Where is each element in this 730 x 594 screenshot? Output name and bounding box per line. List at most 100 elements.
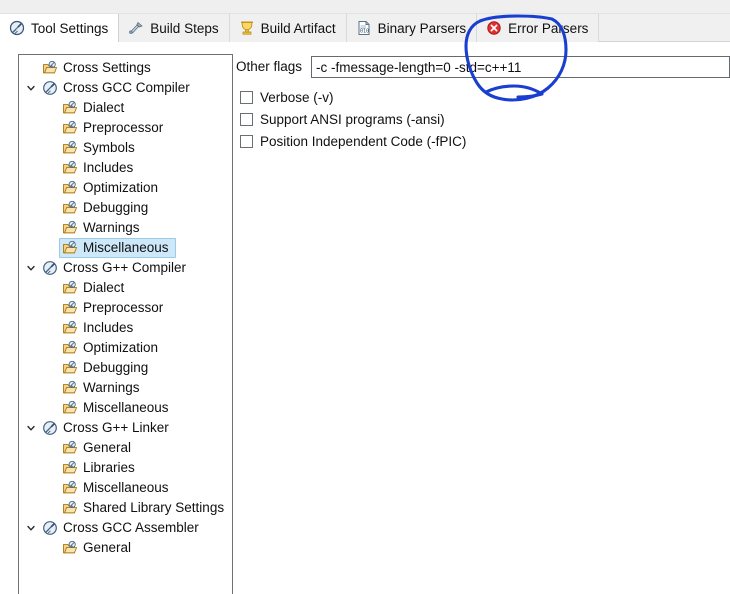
tree-item-content: Dialect bbox=[59, 98, 131, 118]
tree-item-cross-g-compiler[interactable]: Cross G++ Compiler bbox=[19, 258, 232, 278]
tree-item-label: Warnings bbox=[83, 220, 140, 235]
tree-item-content: General bbox=[59, 538, 138, 558]
tree-item-symbols[interactable]: Symbols bbox=[19, 138, 232, 158]
svg-text:010: 010 bbox=[360, 29, 369, 35]
tree-item-content: Warnings bbox=[59, 218, 147, 238]
tree-item-label: Includes bbox=[83, 160, 134, 175]
folder-tool-icon bbox=[62, 200, 78, 216]
tree-item-general[interactable]: General bbox=[19, 438, 232, 458]
tree-item-cross-gcc-assembler[interactable]: Cross GCC Assembler bbox=[19, 518, 232, 538]
tree-item-miscellaneous[interactable]: Miscellaneous bbox=[19, 398, 232, 418]
tree-item-content: Cross GCC Compiler bbox=[39, 78, 197, 98]
tree-item-label: Shared Library Settings bbox=[83, 500, 225, 515]
tree-item-label: Includes bbox=[83, 320, 134, 335]
tree-item-label: Preprocessor bbox=[83, 300, 164, 315]
settings-tree[interactable]: Cross Settings Cross GCC Compiler Dialect P… bbox=[18, 54, 233, 594]
checkbox-label: Position Independent Code (-fPIC) bbox=[260, 133, 467, 149]
tree-item-content: Debugging bbox=[59, 198, 155, 218]
tree-item-label: General bbox=[83, 540, 132, 555]
folder-tool-icon bbox=[62, 500, 78, 516]
tree-item-content: Preprocessor bbox=[59, 298, 170, 318]
tree-item-shared-library-settings[interactable]: Shared Library Settings bbox=[19, 498, 232, 518]
tree-item-miscellaneous[interactable]: Miscellaneous bbox=[19, 478, 232, 498]
tree-item-content: Debugging bbox=[59, 358, 155, 378]
tree-item-label: Libraries bbox=[83, 460, 135, 475]
tree-item-debugging[interactable]: Debugging bbox=[19, 198, 232, 218]
tree-item-label: Cross Settings bbox=[63, 60, 151, 75]
folder-tool-icon bbox=[62, 320, 78, 336]
tree-item-warnings[interactable]: Warnings bbox=[19, 378, 232, 398]
folder-tool-icon bbox=[62, 160, 78, 176]
tree-item-content: Preprocessor bbox=[59, 118, 170, 138]
tree-item-dialect[interactable]: Dialect bbox=[19, 98, 232, 118]
tab-build-artifact[interactable]: Build Artifact bbox=[229, 14, 347, 42]
tree-item-optimization[interactable]: Optimization bbox=[19, 338, 232, 358]
checkbox-row-verbose-v[interactable]: Verbose (-v) bbox=[240, 86, 700, 108]
folder-tool-icon bbox=[62, 100, 78, 116]
tree-item-content: Miscellaneous bbox=[59, 238, 176, 258]
checkbox-icon[interactable] bbox=[240, 112, 253, 126]
folder-tool-icon bbox=[62, 380, 78, 396]
chevron-down-icon[interactable] bbox=[23, 83, 39, 93]
tree-item-cross-g-linker[interactable]: Cross G++ Linker bbox=[19, 418, 232, 438]
tab-label: Error Parsers bbox=[508, 20, 589, 36]
tree-item-label: Optimization bbox=[83, 340, 159, 355]
tree-item-libraries[interactable]: Libraries bbox=[19, 458, 232, 478]
folder-tool-icon bbox=[62, 480, 78, 496]
tree-item-content: Miscellaneous bbox=[59, 398, 176, 418]
chevron-down-icon[interactable] bbox=[23, 263, 39, 273]
tree-item-content: Optimization bbox=[59, 178, 165, 198]
compiler-disc-icon bbox=[42, 420, 58, 436]
tab-label: Tool Settings bbox=[31, 20, 109, 36]
folder-tool-icon bbox=[62, 220, 78, 236]
tree-item-label: Miscellaneous bbox=[83, 480, 169, 495]
tree-item-general[interactable]: General bbox=[19, 538, 232, 558]
folder-tool-icon bbox=[62, 460, 78, 476]
checkbox-icon[interactable] bbox=[240, 90, 253, 104]
folder-tool-icon bbox=[62, 280, 78, 296]
error-parsers-icon bbox=[486, 20, 502, 36]
tree-item-content: Cross Settings bbox=[39, 58, 158, 78]
tree-item-content: Includes bbox=[59, 158, 140, 178]
tree-item-dialect[interactable]: Dialect bbox=[19, 278, 232, 298]
tool-settings-icon bbox=[9, 20, 25, 36]
folder-tool-icon bbox=[62, 120, 78, 136]
tree-item-label: Dialect bbox=[83, 280, 125, 295]
tree-item-content: Includes bbox=[59, 318, 140, 338]
tree-item-label: Optimization bbox=[83, 180, 159, 195]
checkbox-row-support-ansi-programs-ansi[interactable]: Support ANSI programs (-ansi) bbox=[240, 108, 700, 130]
tree-item-label: Miscellaneous bbox=[83, 240, 169, 255]
checkbox-row-position-independent-code-fpic[interactable]: Position Independent Code (-fPIC) bbox=[240, 130, 700, 152]
tab-error-parsers[interactable]: Error Parsers bbox=[477, 14, 600, 42]
tree-item-includes[interactable]: Includes bbox=[19, 318, 232, 338]
tab-bar: Tool Settings Build Steps Build Artifact bbox=[0, 14, 730, 42]
tree-item-label: Dialect bbox=[83, 100, 125, 115]
tree-item-cross-gcc-compiler[interactable]: Cross GCC Compiler bbox=[19, 78, 232, 98]
tree-item-preprocessor[interactable]: Preprocessor bbox=[19, 118, 232, 138]
tree-item-preprocessor[interactable]: Preprocessor bbox=[19, 298, 232, 318]
chevron-down-icon[interactable] bbox=[23, 423, 39, 433]
tool-settings-body: Cross Settings Cross GCC Compiler Dialect P… bbox=[0, 42, 730, 594]
build-steps-icon bbox=[128, 20, 144, 36]
chevron-down-icon[interactable] bbox=[23, 523, 39, 533]
checkbox-icon[interactable] bbox=[240, 134, 253, 148]
folder-tool-icon bbox=[62, 180, 78, 196]
tree-item-cross-settings[interactable]: Cross Settings bbox=[19, 58, 232, 78]
tab-tool-settings[interactable]: Tool Settings bbox=[0, 14, 120, 42]
tree-item-includes[interactable]: Includes bbox=[19, 158, 232, 178]
folder-tool-icon bbox=[62, 140, 78, 156]
tree-item-label: Preprocessor bbox=[83, 120, 164, 135]
tree-item-label: General bbox=[83, 440, 132, 455]
tree-item-content: General bbox=[59, 438, 138, 458]
tree-item-content: Shared Library Settings bbox=[59, 498, 231, 518]
tree-item-optimization[interactable]: Optimization bbox=[19, 178, 232, 198]
compiler-option-checkboxes: Verbose (-v) Support ANSI programs (-ansi… bbox=[240, 86, 700, 152]
tree-item-debugging[interactable]: Debugging bbox=[19, 358, 232, 378]
tab-binary-parsers[interactable]: 010 Binary Parsers bbox=[346, 14, 478, 42]
tree-item-warnings[interactable]: Warnings bbox=[19, 218, 232, 238]
other-flags-input[interactable] bbox=[311, 56, 730, 78]
tree-item-miscellaneous[interactable]: Miscellaneous bbox=[19, 238, 232, 258]
tab-build-steps[interactable]: Build Steps bbox=[119, 14, 230, 42]
tree-item-content: Libraries bbox=[59, 458, 142, 478]
tree-item-content: Symbols bbox=[59, 138, 142, 158]
